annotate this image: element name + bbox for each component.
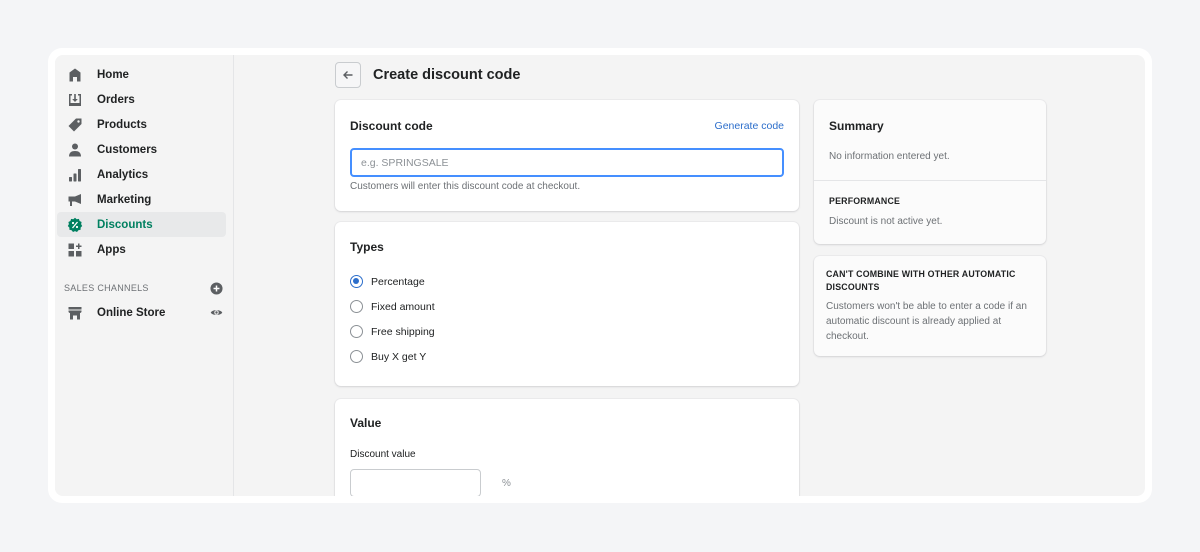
home-icon [67, 67, 83, 83]
value-title: Value [350, 416, 382, 430]
radio-button[interactable] [350, 300, 363, 313]
summary-empty-text: No information entered yet. [829, 151, 950, 162]
discount-code-input[interactable] [350, 148, 784, 177]
discount-value-field: % [350, 469, 511, 496]
main-content: Create discount code Discount code Gener… [234, 55, 1145, 496]
sidebar-item-label: Products [97, 118, 147, 131]
sidebar-item-customers[interactable]: Customers [57, 137, 226, 162]
page-title: Create discount code [373, 67, 521, 83]
sidebar-item-label: Orders [97, 93, 135, 106]
sales-channels-title: SALES CHANNELS [64, 283, 149, 293]
sidebar-item-label: Discounts [97, 218, 153, 231]
radio-label: Buy X get Y [371, 350, 427, 363]
sidebar-item-discounts[interactable]: Discounts [57, 212, 226, 237]
sidebar-item-apps[interactable]: Apps [57, 237, 226, 262]
summary-divider [814, 180, 1046, 181]
discount-badge-icon [67, 217, 83, 233]
megaphone-icon [67, 192, 83, 208]
orders-icon [67, 92, 83, 108]
sidebar: Home Orders Products Customers Analytics… [55, 55, 234, 496]
person-icon [67, 142, 83, 158]
discount-value-input[interactable] [351, 470, 502, 496]
back-button[interactable] [335, 62, 361, 88]
sidebar-item-label: Online Store [97, 306, 166, 319]
summary-card: Summary No information entered yet. PERF… [814, 100, 1046, 244]
performance-title: PERFORMANCE [829, 196, 901, 206]
eye-icon[interactable] [210, 306, 223, 319]
sidebar-item-label: Apps [97, 243, 126, 256]
radio-label: Fixed amount [371, 300, 435, 313]
bar-chart-icon [67, 167, 83, 183]
tag-icon [67, 117, 83, 133]
plus-circle-icon[interactable] [210, 281, 223, 295]
arrow-left-icon [342, 69, 354, 81]
combine-info-card: CAN'T COMBINE WITH OTHER AUTOMATIC DISCO… [814, 256, 1046, 356]
sidebar-item-analytics[interactable]: Analytics [57, 162, 226, 187]
radio-label: Free shipping [371, 325, 435, 338]
types-card: Types Percentage Fixed amount Free shipp… [335, 222, 799, 386]
radio-button[interactable] [350, 350, 363, 363]
discount-code-help-text: Customers will enter this discount code … [350, 181, 581, 192]
store-icon [67, 305, 83, 321]
discount-value-label: Discount value [350, 449, 416, 460]
sidebar-item-label: Analytics [97, 168, 149, 181]
combine-text: Customers won't be able to enter a code … [826, 301, 1027, 343]
radio-buy-x-get-y[interactable]: Buy X get Y [350, 350, 426, 363]
radio-fixed-amount[interactable]: Fixed amount [350, 300, 435, 313]
sidebar-item-label: Customers [97, 143, 158, 156]
radio-button-checked[interactable] [350, 275, 363, 288]
sidebar-item-label: Home [97, 68, 129, 81]
types-title: Types [350, 240, 384, 254]
sales-channels-header: SALES CHANNELS [55, 276, 233, 300]
radio-free-shipping[interactable]: Free shipping [350, 325, 435, 338]
discount-code-title: Discount code [350, 119, 433, 133]
generate-code-link[interactable]: Generate code [715, 120, 784, 132]
admin-app: Home Orders Products Customers Analytics… [55, 55, 1145, 496]
window-frame: Home Orders Products Customers Analytics… [48, 48, 1152, 503]
percent-suffix: % [502, 477, 511, 489]
sidebar-item-orders[interactable]: Orders [57, 87, 226, 112]
sidebar-item-online-store[interactable]: Online Store [57, 300, 226, 325]
radio-percentage[interactable]: Percentage [350, 275, 425, 288]
radio-button[interactable] [350, 325, 363, 338]
sidebar-item-products[interactable]: Products [57, 112, 226, 137]
page-header: Create discount code [335, 62, 520, 88]
value-card: Value Discount value % [335, 399, 799, 496]
apps-icon [67, 242, 83, 258]
discount-code-card: Discount code Generate code Customers wi… [335, 100, 799, 211]
sidebar-item-label: Marketing [97, 193, 152, 206]
radio-label: Percentage [371, 275, 425, 288]
combine-title: CAN'T COMBINE WITH OTHER AUTOMATIC DISCO… [826, 269, 1016, 292]
summary-title: Summary [829, 119, 884, 133]
sidebar-item-home[interactable]: Home [57, 62, 226, 87]
performance-text: Discount is not active yet. [829, 216, 943, 227]
sidebar-item-marketing[interactable]: Marketing [57, 187, 226, 212]
